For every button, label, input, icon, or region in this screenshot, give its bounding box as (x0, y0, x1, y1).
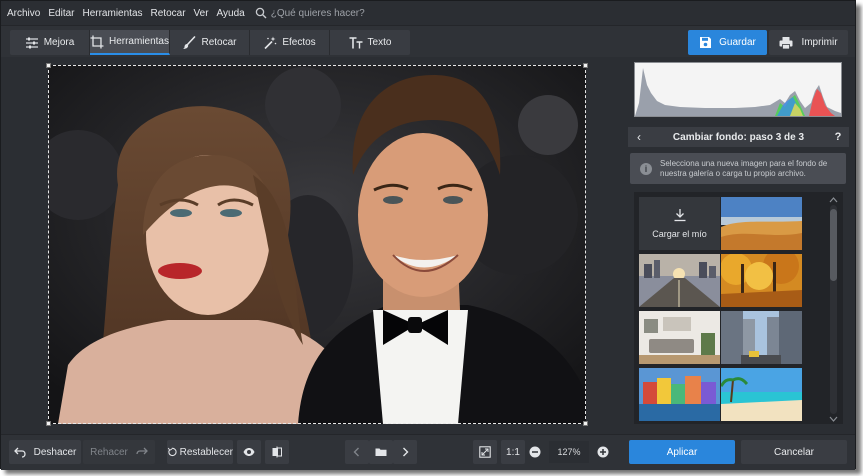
crop-handle-bottom-right[interactable] (583, 421, 588, 426)
back-arrow-icon[interactable]: ‹ (628, 130, 650, 144)
canvas-area (9, 57, 623, 434)
crop-icon (90, 35, 104, 48)
tab-label: Herramientas (108, 36, 169, 47)
thumbnail-tropical-beach[interactable] (721, 368, 802, 421)
step-header: ‹ Cambiar fondo: paso 3 de 3 ? (628, 127, 849, 147)
tab-mejora[interactable]: Mejora (10, 30, 90, 55)
menu-bar: Archivo Editar Herramientas Retocar Ver … (1, 1, 855, 25)
fit-screen-icon (479, 446, 491, 458)
scroll-thumb[interactable] (830, 209, 837, 281)
scroll-up-icon[interactable] (829, 197, 838, 203)
next-image-button[interactable] (393, 440, 417, 464)
actual-size-label: 1:1 (506, 446, 520, 458)
menu-editar[interactable]: Editar (48, 8, 74, 19)
thumbnail-city-road-sunset[interactable] (639, 254, 720, 307)
thumbnail-living-room[interactable] (639, 311, 720, 364)
tab-label: Texto (367, 37, 392, 48)
chevron-right-icon (403, 447, 409, 457)
tab-retocar[interactable]: Retocar (170, 30, 250, 55)
crop-handle-top-left[interactable] (46, 63, 51, 68)
menu-archivo[interactable]: Archivo (7, 8, 40, 19)
fit-to-screen-button[interactable] (473, 440, 497, 464)
reset-label: Restablecer (179, 446, 233, 458)
actual-size-button[interactable]: 1:1 (501, 440, 525, 464)
reset-icon (167, 447, 177, 457)
save-button[interactable]: Guardar (688, 30, 767, 55)
save-label: Guardar (719, 37, 756, 48)
app-window: Archivo Editar Herramientas Retocar Ver … (0, 0, 856, 470)
crop-frame[interactable] (46, 63, 588, 426)
download-icon (674, 209, 685, 222)
tab-label: Mejora (43, 37, 75, 48)
thumbnail-city-street[interactable] (721, 311, 802, 364)
apply-label: Aplicar (666, 446, 698, 458)
info-icon: i (640, 162, 652, 175)
gallery-scrollbar[interactable] (827, 197, 840, 422)
compare-icon (272, 446, 282, 458)
tab-label: Retocar (201, 37, 237, 48)
menu-search (255, 7, 411, 19)
step-title: Cambiar fondo: paso 3 de 3 (672, 131, 805, 143)
crop-handle-bottom-left[interactable] (46, 421, 51, 426)
zoom-value[interactable]: 127% (549, 441, 589, 463)
preview-button[interactable] (237, 440, 261, 464)
tab-herramientas[interactable]: Herramientas (90, 30, 170, 55)
tab-bar: Mejora Herramientas Retocar Efectos Text… (10, 30, 410, 55)
folder-icon (375, 448, 387, 456)
reset-button[interactable]: Restablecer (167, 440, 233, 464)
undo-icon (13, 447, 26, 458)
zoom-in-icon[interactable] (597, 446, 609, 458)
tab-efectos[interactable]: Efectos (250, 30, 330, 55)
thumbnail-desert[interactable] (721, 197, 802, 250)
thumbnail-autumn-forest[interactable] (721, 254, 802, 307)
info-text: Selecciona una nueva imagen para el fond… (660, 158, 828, 178)
text-icon (349, 36, 363, 48)
search-icon (255, 7, 267, 19)
help-button[interactable]: ? (827, 131, 849, 143)
open-folder-button[interactable] (369, 440, 393, 464)
magic-wand-icon (264, 36, 277, 49)
chevron-left-icon (353, 447, 359, 457)
scroll-down-icon[interactable] (829, 416, 838, 422)
menu-herramientas[interactable]: Herramientas (82, 8, 142, 19)
right-panel: ‹ Cambiar fondo: paso 3 de 3 ? i Selecci… (628, 57, 849, 434)
compare-button[interactable] (265, 440, 289, 464)
info-box: i Selecciona una nueva imagen para el fo… (630, 153, 846, 184)
print-button[interactable]: Imprimir (769, 30, 848, 55)
redo-button[interactable]: Rehacer (83, 440, 155, 464)
bottom-toolbar: Deshacer Rehacer Restablecer 1:1 127% Ap… (1, 434, 855, 470)
sliders-icon (25, 37, 38, 48)
tabs-row: Mejora Herramientas Retocar Efectos Text… (1, 25, 855, 57)
tab-texto[interactable]: Texto (330, 30, 410, 55)
search-input[interactable] (270, 7, 411, 19)
redo-icon (136, 447, 148, 455)
cancel-label: Cancelar (773, 446, 815, 458)
cancel-button[interactable]: Cancelar (741, 440, 847, 464)
undo-label: Deshacer (33, 446, 77, 458)
brush-icon (183, 35, 196, 49)
print-label: Imprimir (801, 37, 838, 48)
crop-handle-top-right[interactable] (583, 63, 588, 68)
zoom-out-icon[interactable] (529, 446, 541, 458)
floppy-disk-icon (700, 37, 712, 48)
eye-icon (243, 448, 255, 456)
menu-retocar[interactable]: Retocar (151, 8, 186, 19)
redo-label: Rehacer (90, 446, 128, 458)
thumbnail-colorful-canal-houses[interactable] (639, 368, 720, 421)
undo-button[interactable]: Deshacer (9, 440, 81, 464)
zoom-control: 127% (529, 440, 609, 464)
printer-icon (779, 36, 793, 49)
menu-ver[interactable]: Ver (194, 8, 209, 19)
previous-image-button[interactable] (345, 440, 369, 464)
apply-button[interactable]: Aplicar (629, 440, 735, 464)
upload-label: Cargar el mío (652, 229, 707, 239)
tab-label: Efectos (282, 37, 316, 48)
upload-own-button[interactable]: Cargar el mío (639, 197, 720, 250)
histogram (634, 62, 842, 117)
background-gallery: Cargar el mío (634, 192, 843, 424)
menu-ayuda[interactable]: Ayuda (217, 8, 245, 19)
